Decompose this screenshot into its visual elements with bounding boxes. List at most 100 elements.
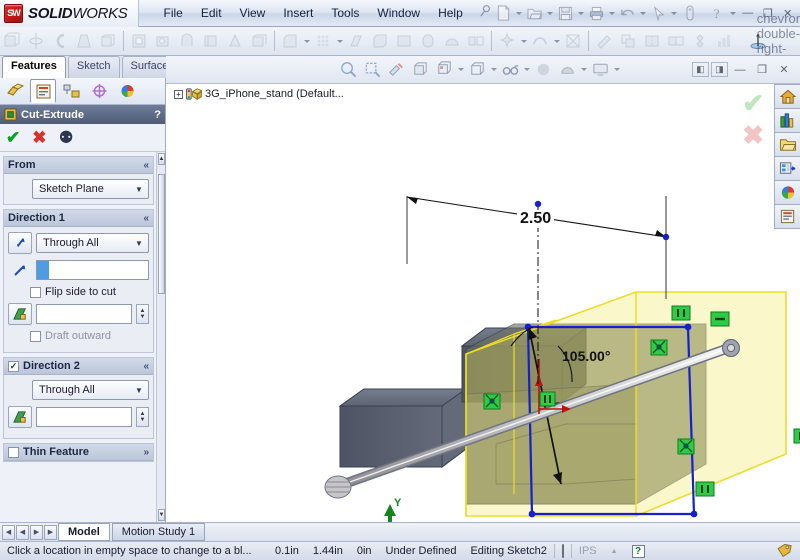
chevron-double-right-icon[interactable]: chevron-double-right-icon xyxy=(757,11,800,71)
minimize-window-button[interactable]: — xyxy=(738,3,758,23)
next-tab-button[interactable]: ▶ xyxy=(30,524,43,540)
curves-dropdown[interactable] xyxy=(552,30,561,52)
split-icon[interactable] xyxy=(641,30,663,52)
property-panel-scrollbar[interactable]: ▲ ▼ xyxy=(156,152,165,522)
file-explorer-icon[interactable] xyxy=(774,132,800,157)
property-manager-help-button[interactable]: ? xyxy=(154,109,161,121)
boundary-cut-icon[interactable] xyxy=(248,30,270,52)
help-question-icon[interactable]: ? xyxy=(707,2,729,24)
draft-on-off-button[interactable] xyxy=(8,303,32,325)
view-glasses-dropdown[interactable] xyxy=(522,59,531,81)
lofted-cut-icon[interactable] xyxy=(224,30,246,52)
appearances-scenes-icon[interactable] xyxy=(774,180,800,205)
apply-scene-dropdown[interactable] xyxy=(579,59,588,81)
lofted-boss-icon[interactable] xyxy=(73,30,95,52)
reference-dropdown[interactable] xyxy=(519,30,528,52)
menu-item-file[interactable]: File xyxy=(155,2,192,24)
angular-dimension-value[interactable]: 105.00° xyxy=(562,348,610,364)
print-icon[interactable] xyxy=(586,2,608,24)
end-condition-dropdown[interactable]: Through All ▼ xyxy=(36,233,149,253)
status-help-button[interactable]: ? xyxy=(625,544,652,558)
mirror-icon[interactable] xyxy=(465,30,487,52)
group-from-header[interactable]: From « xyxy=(4,157,153,174)
group-thin-feature-header[interactable]: Thin Feature » xyxy=(4,444,153,461)
zoom-to-area-icon[interactable] xyxy=(360,58,384,82)
revolved-boss-icon[interactable] xyxy=(25,30,47,52)
dome-icon[interactable] xyxy=(441,30,463,52)
draft-outward-checkbox[interactable] xyxy=(30,330,41,342)
swept-boss-icon[interactable] xyxy=(49,30,71,52)
boundary-boss-icon[interactable] xyxy=(97,30,119,52)
scroll-down-arrow[interactable]: ▼ xyxy=(158,509,165,521)
apply-scene-icon[interactable] xyxy=(555,58,579,82)
save-dropdown[interactable] xyxy=(577,2,586,24)
extruded-cut-icon[interactable] xyxy=(128,30,150,52)
tile-left-button[interactable]: ◧ xyxy=(692,62,709,77)
hide-show-items-icon[interactable] xyxy=(465,58,489,82)
feature-manager-tab[interactable] xyxy=(2,79,28,103)
design-library-icon[interactable] xyxy=(774,108,800,133)
collapse-icon[interactable]: « xyxy=(143,361,149,372)
accept-button[interactable]: ✔ xyxy=(6,129,20,146)
units-dropdown-icon[interactable]: ▲ xyxy=(604,548,625,555)
direction-reference-field[interactable] xyxy=(36,260,149,280)
combine-icon[interactable] xyxy=(617,30,639,52)
view-palette-icon[interactable] xyxy=(774,156,800,181)
select-dropdown[interactable] xyxy=(670,2,679,24)
extruded-boss-icon[interactable] xyxy=(1,30,23,52)
first-tab-button[interactable]: ◀ xyxy=(2,524,15,540)
select-cursor-icon[interactable] xyxy=(648,2,670,24)
reference-geometry-icon[interactable] xyxy=(496,30,518,52)
new-document-icon[interactable] xyxy=(493,2,515,24)
menu-item-insert[interactable]: Insert xyxy=(274,2,322,24)
fillet-dropdown[interactable] xyxy=(302,30,311,52)
rebuild-icon[interactable] xyxy=(679,2,701,24)
view-settings-icon[interactable] xyxy=(588,58,612,82)
instant3d-icon[interactable] xyxy=(562,30,584,52)
direction2-enable-checkbox[interactable]: ✓ xyxy=(8,360,19,372)
direction2-end-condition-dropdown[interactable]: Through All ▼ xyxy=(32,380,149,400)
wrap-icon[interactable] xyxy=(417,30,439,52)
custom-properties-icon[interactable] xyxy=(774,204,800,229)
move-copy-icon[interactable] xyxy=(665,30,687,52)
reverse-direction-button[interactable] xyxy=(8,232,32,254)
menu-item-view[interactable]: View xyxy=(231,2,275,24)
draft-angle-stepper[interactable]: ▲ ▼ xyxy=(136,304,149,324)
sw-resources-icon[interactable] xyxy=(774,84,800,109)
scroll-up-arrow[interactable]: ▲ xyxy=(158,153,165,165)
collapse-icon[interactable]: « xyxy=(143,213,149,224)
direction2-draft-field[interactable] xyxy=(36,407,132,427)
draft-icon[interactable] xyxy=(345,30,367,52)
property-manager-tab[interactable] xyxy=(30,79,56,103)
close-document-button[interactable]: ✕ xyxy=(774,60,794,80)
expand-icon[interactable]: » xyxy=(143,447,149,458)
open-document-dropdown[interactable] xyxy=(546,2,555,24)
display-style-icon[interactable] xyxy=(432,58,456,82)
tile-right-button[interactable]: ◨ xyxy=(711,62,728,77)
analysis-icon[interactable] xyxy=(713,30,735,52)
tab-motion-study[interactable]: Motion Study 1 xyxy=(111,523,206,541)
units-label[interactable]: IPS xyxy=(572,545,604,557)
dimxpert-manager-tab[interactable] xyxy=(86,79,112,103)
pushpin-icon[interactable] xyxy=(478,4,493,22)
undo-dropdown[interactable] xyxy=(639,2,648,24)
group-direction2-header[interactable]: ✓ Direction 2 « xyxy=(4,358,153,375)
menu-item-edit[interactable]: Edit xyxy=(192,2,231,24)
undo-icon[interactable] xyxy=(617,2,639,24)
rib-icon[interactable] xyxy=(393,30,415,52)
minimize-document-button[interactable]: — xyxy=(730,60,750,80)
zoom-to-fit-icon[interactable] xyxy=(336,58,360,82)
model-viewport[interactable]: + 3G_iPhone_stand (Default... ✔ ✖ 2.50 1… xyxy=(166,84,800,522)
restore-document-button[interactable]: ❐ xyxy=(752,60,772,80)
open-document-icon[interactable] xyxy=(524,2,546,24)
last-tab-button[interactable]: ▶ xyxy=(44,524,57,540)
start-condition-dropdown[interactable]: Sketch Plane ▼ xyxy=(32,179,149,199)
direction2-draft-stepper[interactable]: ▲ ▼ xyxy=(136,407,149,427)
fillet-icon[interactable] xyxy=(279,30,301,52)
edit-appearance-icon[interactable] xyxy=(531,58,555,82)
tab-features[interactable]: Features xyxy=(2,56,66,78)
tab-model[interactable]: Model xyxy=(58,523,110,541)
configuration-manager-tab[interactable] xyxy=(58,79,84,103)
view-settings-dropdown[interactable] xyxy=(612,59,621,81)
scroll-thumb[interactable] xyxy=(158,174,165,294)
